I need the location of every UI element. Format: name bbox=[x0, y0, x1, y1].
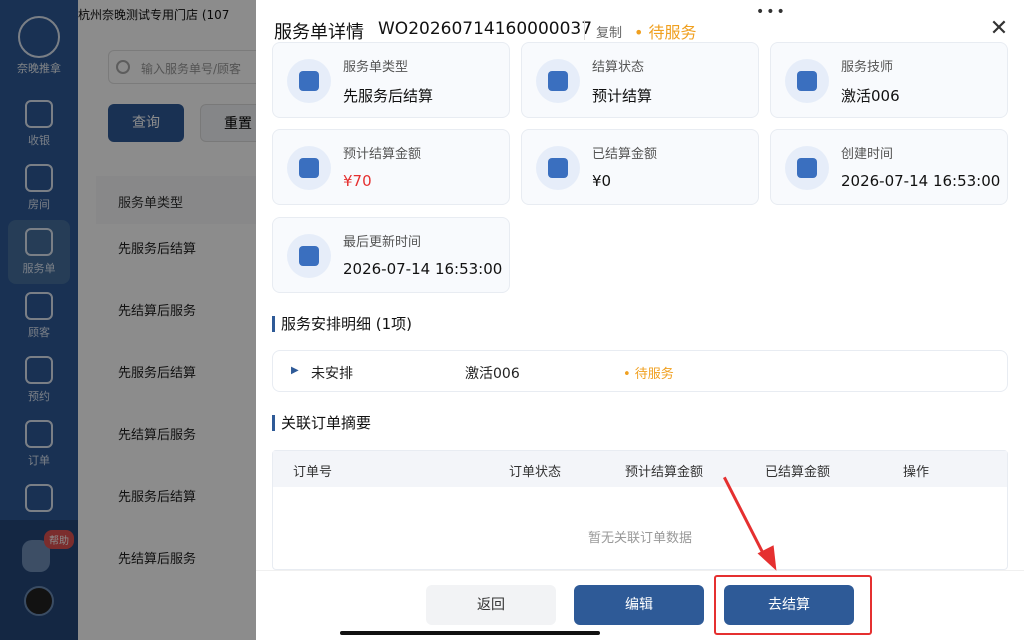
card-label: 预计结算金额 bbox=[343, 147, 422, 162]
home-indicator bbox=[340, 631, 600, 635]
copy-button[interactable]: 复制 bbox=[596, 22, 622, 41]
related-orders-table: 订单号 订单状态 预计结算金额 已结算金额 操作 暂无关联订单数据 bbox=[272, 450, 1008, 570]
price-value: ¥70 bbox=[343, 172, 372, 190]
modal-title: 服务单详情 bbox=[274, 22, 364, 43]
table-header-cell: 预计结算金额 bbox=[625, 465, 704, 480]
schedule-state: 未安排 bbox=[311, 366, 353, 382]
card-value: 2026-07-14 16:53:00 bbox=[841, 172, 1001, 190]
card-label: 创建时间 bbox=[841, 147, 894, 162]
schedule-status: • 待服务 bbox=[623, 367, 674, 382]
modal-footer: 返回 编辑 去结算 bbox=[256, 570, 1024, 640]
info-card-estimate: 预计结算金额 ¥70 bbox=[272, 129, 510, 205]
close-icon[interactable]: ✕ bbox=[988, 18, 1010, 40]
back-button[interactable]: 返回 bbox=[426, 585, 556, 625]
expand-arrow-icon[interactable]: ▶ bbox=[291, 365, 299, 376]
card-value: 激活006 bbox=[841, 87, 900, 105]
schedule-row[interactable]: ▶ 未安排 激活006 • 待服务 bbox=[272, 350, 1008, 392]
schedule-technician: 激活006 bbox=[465, 366, 520, 382]
service-order-detail-modal: ••• 服务单详情 WO20260714160000037 复制 • 待服务 ✕… bbox=[256, 0, 1024, 640]
modal-backdrop[interactable] bbox=[0, 0, 256, 640]
card-value: 2026-07-14 16:53:00 bbox=[343, 260, 503, 278]
card-label: 最后更新时间 bbox=[343, 235, 422, 250]
info-card-updated: 最后更新时间 2026-07-14 16:53:00 bbox=[272, 217, 510, 293]
card-label: 结算状态 bbox=[592, 60, 645, 75]
order-number: WO20260714160000037 bbox=[378, 19, 593, 39]
table-header-cell: 订单状态 bbox=[509, 465, 562, 480]
card-label: 服务单类型 bbox=[343, 60, 409, 75]
info-card-technician: 服务技师 激活006 bbox=[770, 42, 1008, 118]
yen-card-icon bbox=[536, 59, 580, 103]
empty-state: 暂无关联订单数据 bbox=[587, 531, 692, 546]
edit-button[interactable]: 编辑 bbox=[574, 585, 704, 625]
info-card-created: 创建时间 2026-07-14 16:53:00 bbox=[770, 129, 1008, 205]
technician-icon bbox=[785, 59, 829, 103]
clock-icon bbox=[785, 146, 829, 190]
refresh-icon bbox=[287, 234, 331, 278]
card-value: 预计结算 bbox=[592, 87, 653, 105]
settled-icon bbox=[536, 146, 580, 190]
divider bbox=[584, 20, 585, 40]
card-value: ¥0 bbox=[592, 172, 612, 190]
card-label: 服务技师 bbox=[841, 60, 894, 75]
document-icon bbox=[287, 59, 331, 103]
info-card-settle-status: 结算状态 预计结算 bbox=[521, 42, 759, 118]
schedule-section-title: 服务安排明细 (1项) bbox=[272, 316, 412, 332]
card-label: 已结算金额 bbox=[592, 147, 658, 162]
table-header-cell: 已结算金额 bbox=[765, 465, 831, 480]
related-orders-title: 关联订单摘要 bbox=[272, 415, 371, 431]
estimate-icon bbox=[287, 146, 331, 190]
drag-handle[interactable]: ••• bbox=[756, 4, 787, 20]
highlight-box bbox=[714, 575, 872, 635]
info-card-type: 服务单类型 先服务后结算 bbox=[272, 42, 510, 118]
table-header: 订单号 订单状态 预计结算金额 已结算金额 操作 bbox=[273, 451, 1007, 487]
card-value: 先服务后结算 bbox=[343, 87, 434, 105]
table-header-cell: 订单号 bbox=[293, 465, 333, 480]
status-badge: • 待服务 bbox=[634, 23, 697, 42]
table-header-cell: 操作 bbox=[903, 465, 930, 480]
info-card-settled: 已结算金额 ¥0 bbox=[521, 129, 759, 205]
